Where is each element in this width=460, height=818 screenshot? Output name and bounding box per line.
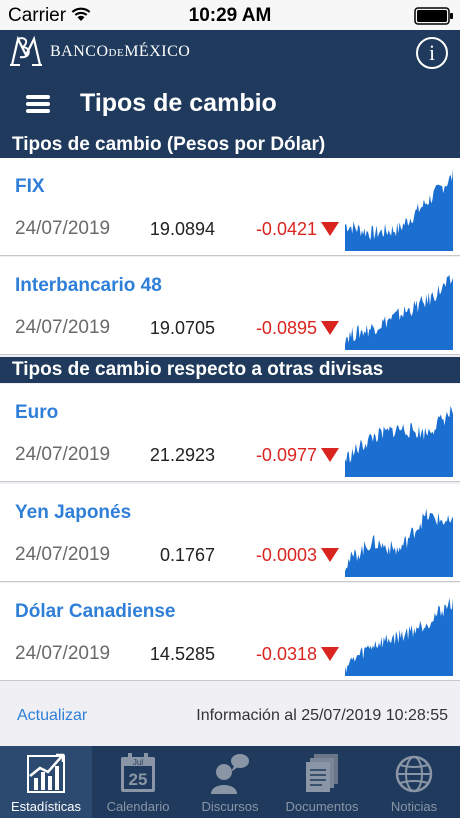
rate-date: 24/07/2019 <box>15 444 111 465</box>
chart-icon <box>26 752 66 794</box>
rate-row-interbancario[interactable]: Interbancario 48 24/07/2019 19.0705 -0.0… <box>0 257 460 355</box>
rate-name: Yen Japonés <box>15 502 132 523</box>
info-button[interactable]: i <box>416 37 448 69</box>
tab-discursos[interactable]: Discursos <box>184 746 276 818</box>
tab-label: Documentos <box>285 799 359 814</box>
calendar-month: Jul <box>133 758 143 767</box>
footer: Actualizar Información al 25/07/2019 10:… <box>0 682 460 746</box>
tab-estadisticas[interactable]: Estadísticas <box>0 746 92 818</box>
section-header-peso-dollar: Tipos de cambio (Pesos por Dólar) <box>0 132 460 158</box>
rate-row-euro[interactable]: Euro 24/07/2019 21.2923 -0.0977 <box>0 384 460 482</box>
tab-label: Calendario <box>106 799 170 814</box>
rate-name: FIX <box>15 176 45 197</box>
rate-row-fix[interactable]: FIX 24/07/2019 19.0894 -0.0421 <box>0 158 460 256</box>
rate-change: -0.0895 <box>255 318 317 338</box>
menu-icon[interactable] <box>26 95 50 113</box>
tab-label: Noticias <box>390 799 438 814</box>
rate-date: 24/07/2019 <box>15 218 111 239</box>
last-updated-text: Información al 25/07/2019 10:28:55 <box>196 707 448 724</box>
clock: 10:29 AM <box>188 5 272 26</box>
documents-icon <box>302 752 342 794</box>
page-title: Tipos de cambio <box>80 89 277 117</box>
speaker-icon <box>210 752 250 794</box>
rate-name: Euro <box>15 402 59 423</box>
rate-change: -0.0977 <box>255 445 317 465</box>
rate-value: 14.5285 <box>149 644 215 664</box>
rate-value: 0.1767 <box>159 545 215 565</box>
sparkline-chart <box>345 597 453 676</box>
refresh-link[interactable]: Actualizar <box>17 707 87 725</box>
sparkline-chart <box>345 169 453 251</box>
tab-bar: Estadísticas Jul 25 Calendario Discursos <box>0 746 460 818</box>
down-arrow-icon <box>321 321 339 340</box>
rate-row-cad[interactable]: Dólar Canadiense 24/07/2019 14.5285 -0.0… <box>0 583 460 681</box>
section-header-other-currencies: Tipos de cambio respecto a otras divisas <box>0 357 460 383</box>
rate-name: Dólar Canadiense <box>15 601 176 622</box>
rate-date: 24/07/2019 <box>15 317 111 338</box>
globe-icon <box>394 752 434 794</box>
tab-noticias[interactable]: Noticias <box>368 746 460 818</box>
sparkline-area <box>345 597 453 676</box>
status-bar: Carrier 10:29 AM <box>0 0 460 30</box>
sparkline-area <box>345 274 453 350</box>
rate-value: 21.2923 <box>149 445 215 465</box>
sparkline-chart <box>345 508 453 577</box>
tab-label: Estadísticas <box>10 799 82 814</box>
rate-date: 24/07/2019 <box>15 544 111 565</box>
title-bar: Tipos de cambio <box>0 74 460 132</box>
calendar-day: 25 <box>129 770 148 789</box>
sparkline-area <box>345 508 453 577</box>
tab-documentos[interactable]: Documentos <box>276 746 368 818</box>
tab-label: Discursos <box>201 799 259 814</box>
sparkline-area <box>345 169 453 251</box>
down-arrow-icon <box>321 448 339 467</box>
rate-change: -0.0421 <box>255 219 317 239</box>
calendar-icon: Jul 25 <box>118 752 158 794</box>
battery-icon <box>414 7 454 25</box>
rate-change: -0.0318 <box>255 644 317 664</box>
rate-value: 19.0894 <box>149 219 215 239</box>
rate-date: 24/07/2019 <box>15 643 111 664</box>
down-arrow-icon <box>321 222 339 241</box>
rate-change: -0.0003 <box>255 545 317 565</box>
sparkline-chart <box>345 405 453 477</box>
tab-calendario[interactable]: Jul 25 Calendario <box>92 746 184 818</box>
rate-name: Interbancario 48 <box>15 275 162 296</box>
sparkline-chart <box>345 274 453 350</box>
rate-value: 19.0705 <box>149 318 215 338</box>
brand-name: BANCODEMÉXICO <box>50 43 191 60</box>
sparkline-area <box>345 405 453 477</box>
down-arrow-icon <box>321 647 339 666</box>
brand-header: BANCODEMÉXICO i <box>0 30 460 74</box>
banxico-logo-icon <box>8 35 44 74</box>
down-arrow-icon <box>321 548 339 567</box>
rate-row-yen[interactable]: Yen Japonés 24/07/2019 0.1767 -0.0003 <box>0 484 460 582</box>
